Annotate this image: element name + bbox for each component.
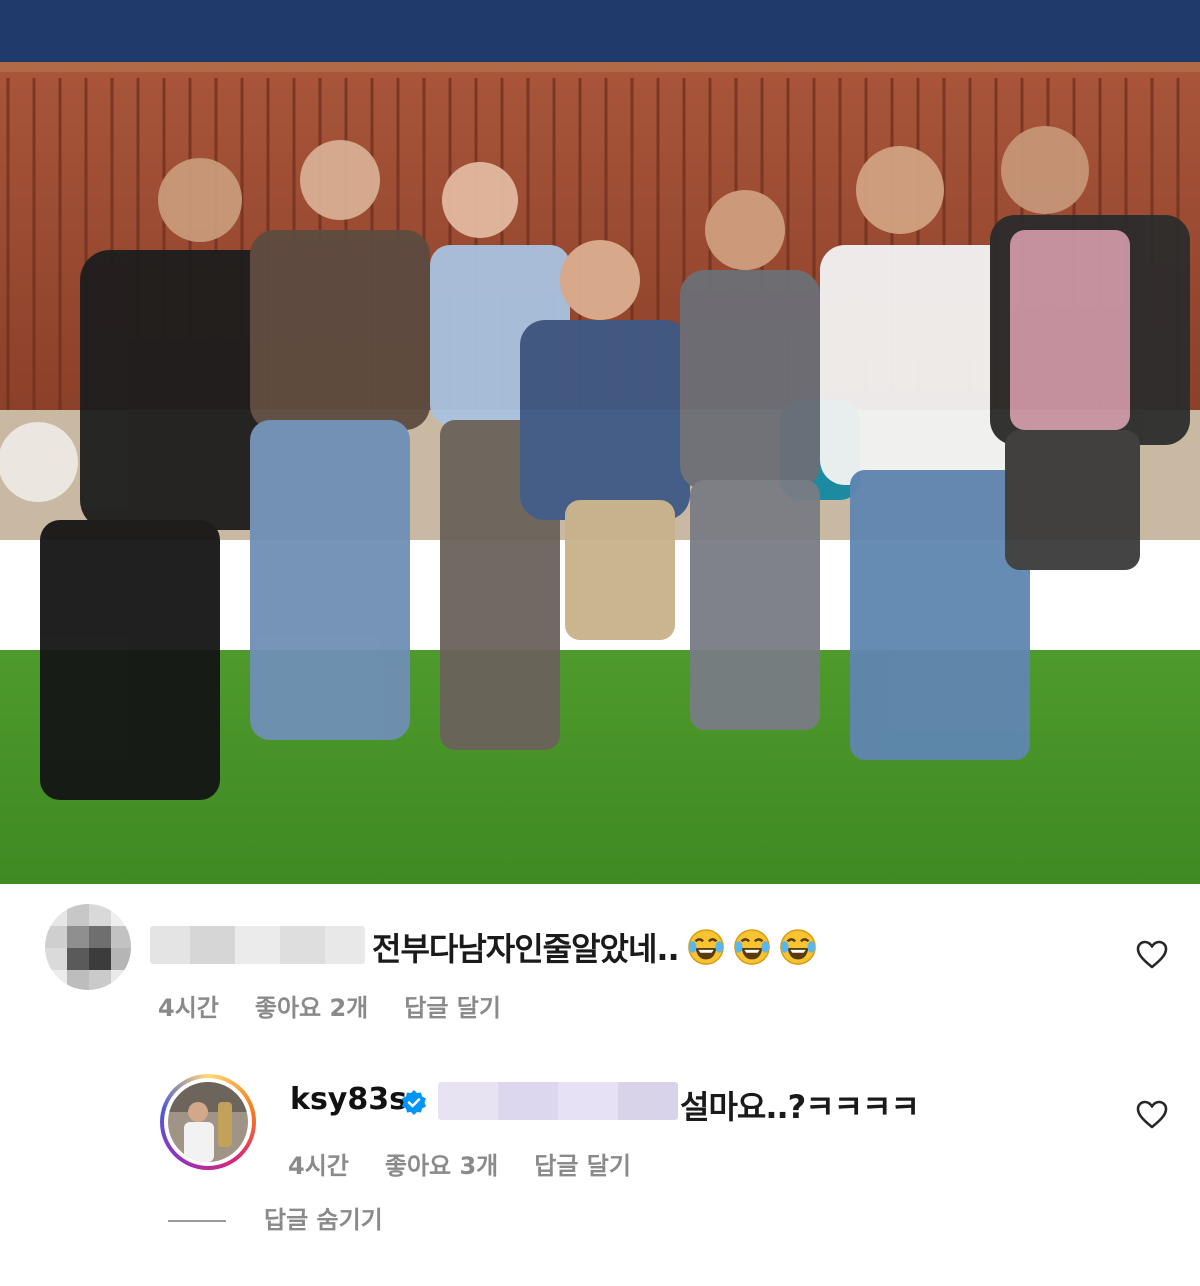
reply-item: ksy83s 설마요..?ㅋㅋㅋㅋ 4시간 좋아요 3개 답글 달기 답글 숨기기: [0, 1044, 1200, 1286]
username-blurred[interactable]: [150, 926, 365, 964]
reply-time: 4시간: [288, 1152, 349, 1180]
hide-replies-button[interactable]: 답글 숨기기: [168, 1200, 383, 1235]
mentioned-username-blurred[interactable]: [438, 1082, 678, 1120]
comment-text: 전부다남자인줄알았네..: [372, 924, 817, 970]
reply-meta: 4시간 좋아요 3개 답글 달기: [288, 1146, 667, 1181]
avatar: [168, 1082, 248, 1162]
likes-count-link[interactable]: 좋아요 2개: [255, 994, 368, 1022]
comment-body: 전부다남자인줄알았네..: [372, 930, 680, 968]
reply-text: 설마요..?ㅋㅋㅋㅋ: [680, 1088, 920, 1126]
laughing-crying-emoji-icon: [733, 929, 770, 965]
avatar-story-ring[interactable]: [160, 1074, 256, 1170]
laughing-crying-emoji-icon: [687, 929, 724, 965]
hide-replies-label: 답글 숨기기: [264, 1206, 383, 1234]
heart-icon[interactable]: [1136, 1100, 1168, 1130]
verified-badge-icon: [402, 1090, 426, 1115]
reply-button[interactable]: 답글 달기: [534, 1152, 631, 1180]
comment-meta: 4시간 좋아요 2개 답글 달기: [158, 988, 537, 1023]
laughing-crying-emoji-icon: [779, 929, 816, 965]
comment-time: 4시간: [158, 994, 219, 1022]
username[interactable]: ksy83s: [290, 1082, 407, 1117]
divider-line: [168, 1220, 226, 1222]
comment-item: 전부다남자인줄알았네.. 4시간 좋아요 2개 답글 달기: [0, 884, 1200, 1044]
group-photo-image: [0, 0, 1200, 884]
avatar[interactable]: [45, 904, 131, 990]
profile-photo: [168, 1082, 248, 1162]
likes-count-link[interactable]: 좋아요 3개: [385, 1152, 498, 1180]
heart-icon[interactable]: [1136, 940, 1168, 970]
reply-button[interactable]: 답글 달기: [404, 994, 501, 1022]
post-photo: [0, 0, 1200, 884]
